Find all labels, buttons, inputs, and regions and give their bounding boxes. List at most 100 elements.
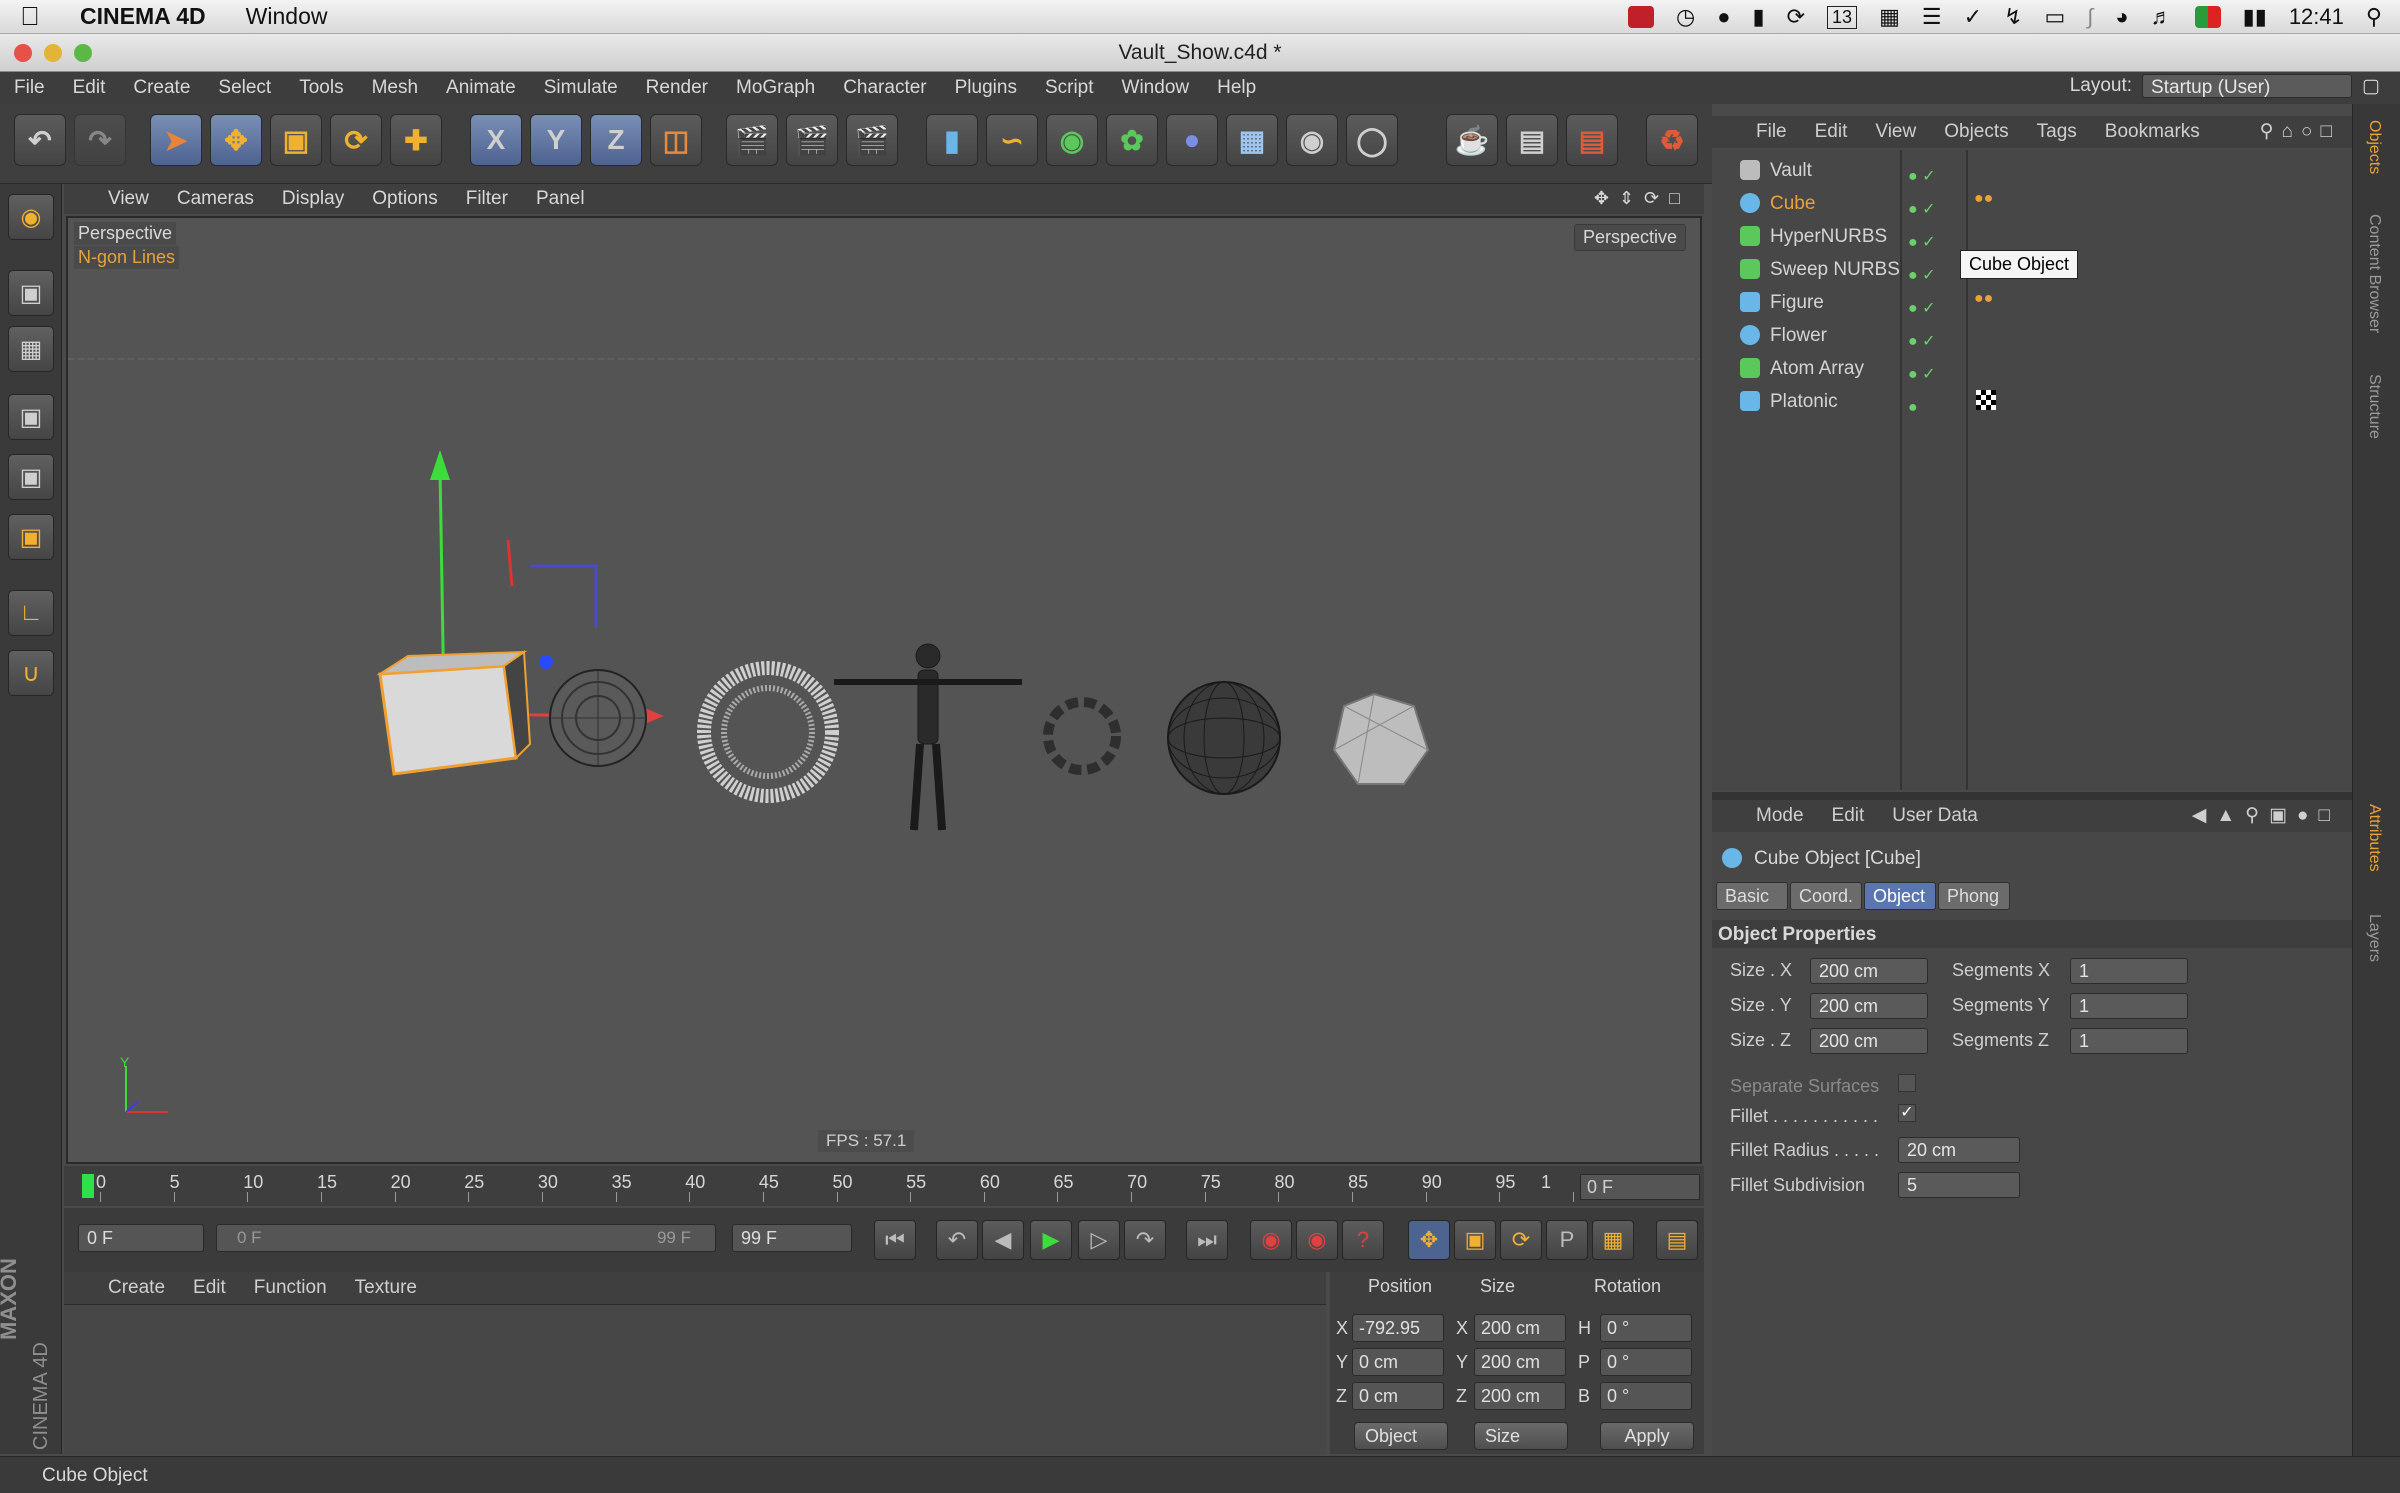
menu-mesh[interactable]: Mesh [358, 77, 432, 99]
polygons-mode-icon[interactable]: ▣ [8, 514, 54, 560]
object-name[interactable]: HyperNURBS [1770, 226, 1887, 248]
key-rotation-icon[interactable]: ⟳ [1500, 1220, 1542, 1260]
sliders-icon[interactable]: ☰ [1922, 4, 1942, 30]
recent-tool-icon[interactable]: ✚ [390, 114, 442, 166]
folder-icon[interactable]: ▮ [1752, 4, 1764, 30]
size-x-field[interactable]: 200 cm [1810, 958, 1928, 984]
cube-primitive-icon[interactable]: ▮ [926, 114, 978, 166]
object-row-cube[interactable]: Cube [1712, 187, 2352, 220]
previous-frame-icon[interactable]: ◀ [982, 1220, 1024, 1260]
om-search-icon[interactable]: ⚲⌂○□ [2260, 120, 2340, 143]
coord-rot-h-field[interactable]: 0 ° [1600, 1314, 1692, 1342]
panel-splitter[interactable] [1712, 792, 2352, 800]
viewport-menu-view[interactable]: View [64, 188, 163, 210]
coord-rot-b-field[interactable]: 0 ° [1600, 1382, 1692, 1410]
am-nav-icons[interactable]: ◀▲⚲▣●□ [2192, 804, 2340, 827]
om-menu-view[interactable]: View [1861, 121, 1930, 143]
spline-icon[interactable]: ∽ [986, 114, 1038, 166]
bag-icon[interactable]: ▦ [1879, 4, 1900, 30]
menu-select[interactable]: Select [204, 77, 285, 99]
viewport-menu-filter[interactable]: Filter [452, 188, 522, 210]
material-menu-texture[interactable]: Texture [341, 1277, 431, 1299]
object-row-platonic[interactable]: Platonic [1712, 385, 2352, 418]
display-icon[interactable]: ▭ [2044, 4, 2065, 30]
start-frame-field[interactable]: 0 F [78, 1224, 204, 1252]
object-row-atom-array[interactable]: Atom Array [1712, 352, 2352, 385]
object-row-figure[interactable]: Figure [1712, 286, 2352, 319]
object-name[interactable]: Cube [1770, 193, 1815, 215]
spotlight-icon[interactable]: ⚲ [2366, 4, 2382, 30]
keyframe-selection-icon[interactable]: ? [1342, 1220, 1384, 1260]
go-to-end-icon[interactable]: ⏭ [1186, 1220, 1228, 1260]
cube-object[interactable] [376, 650, 532, 776]
om-menu-edit[interactable]: Edit [1801, 121, 1862, 143]
coord-size-z-field[interactable]: 200 cm [1474, 1382, 1566, 1410]
coord-pos-x-field[interactable]: -792.95 [1352, 1314, 1444, 1342]
edges-mode-icon[interactable]: ▣ [8, 454, 54, 500]
render-settings-icon[interactable]: 🎬 [846, 114, 898, 166]
tab-structure[interactable]: Structure [2365, 374, 2383, 439]
object-name[interactable]: Sweep NURBS [1770, 259, 1900, 281]
menu-character[interactable]: Character [829, 77, 940, 99]
fillet-subdivision-field[interactable]: 5 [1898, 1172, 2020, 1198]
material-menu-edit[interactable]: Edit [179, 1277, 240, 1299]
rotate-tool-icon[interactable]: ⟳ [330, 114, 382, 166]
model-mode-icon[interactable]: ▣ [8, 270, 54, 316]
size-y-field[interactable]: 200 cm [1810, 993, 1928, 1019]
close-icon[interactable] [14, 44, 32, 62]
om-column-divider[interactable] [1900, 150, 1902, 790]
menu-window[interactable]: Window [1108, 77, 1204, 99]
axis-mode-icon[interactable]: ∟ [8, 590, 54, 636]
nurbs-icon[interactable]: ◉ [1046, 114, 1098, 166]
figure-object[interactable] [834, 643, 1022, 831]
material-manager[interactable] [64, 1304, 1326, 1454]
visibility-checks[interactable]: ● ✓ ● ✓ ● ✓ ● ✓ ● ✓ ● ✓ ● ✓ ● [1908, 160, 1968, 424]
timer-icon[interactable]: ◷ [1676, 4, 1695, 30]
object-name[interactable]: Flower [1770, 325, 1827, 347]
next-frame-icon[interactable]: ▷ [1078, 1220, 1120, 1260]
record-icon[interactable] [1627, 6, 1654, 28]
mac-app-name[interactable]: CINEMA 4D [60, 3, 226, 30]
zoom-icon[interactable] [74, 44, 92, 62]
size-z-field[interactable]: 200 cm [1810, 1028, 1928, 1054]
clock[interactable]: 12:41 [2289, 4, 2344, 30]
light-icon[interactable]: ◯ [1346, 114, 1398, 166]
menu-create[interactable]: Create [119, 77, 204, 99]
object-name[interactable]: Platonic [1770, 391, 1838, 413]
scene-floor-icon[interactable]: ▦ [1226, 114, 1278, 166]
tab-layers[interactable]: Layers [2365, 914, 2383, 962]
coord-mode-object-dropdown[interactable]: Object [1354, 1422, 1448, 1450]
move-tool-icon[interactable]: ✥ [210, 114, 262, 166]
tab-coord[interactable]: Coord. [1790, 882, 1862, 910]
minimize-icon[interactable] [44, 44, 62, 62]
play-icon[interactable]: ▶ [1030, 1220, 1072, 1260]
viewport-menu-cameras[interactable]: Cameras [163, 188, 268, 210]
document-icon[interactable]: ▤ [1566, 114, 1618, 166]
array-icon[interactable]: ✿ [1106, 114, 1158, 166]
next-key-icon[interactable]: ↷ [1124, 1220, 1166, 1260]
coord-pos-z-field[interactable]: 0 cm [1352, 1382, 1444, 1410]
tab-basic[interactable]: Basic [1716, 882, 1788, 910]
points-mode-icon[interactable]: ▣ [8, 394, 54, 440]
coordinate-system-icon[interactable]: ◫ [650, 114, 702, 166]
z-axis-lock-button[interactable]: Z [590, 114, 642, 166]
auto-key-icon[interactable]: ◉ [1296, 1220, 1338, 1260]
viewport[interactable]: Perspective N-gon Lines Perspective Y FP… [66, 216, 1702, 1164]
fillet-radius-field[interactable]: 20 cm [1898, 1137, 2020, 1163]
preview-range-slider[interactable]: 0 F 99 F [216, 1224, 716, 1252]
check-icon[interactable]: ✓ [1964, 4, 1982, 30]
om-menu-file[interactable]: File [1712, 121, 1801, 143]
sweep-nurbs-object[interactable] [697, 661, 839, 803]
menu-simulate[interactable]: Simulate [530, 77, 632, 99]
tab-content-browser[interactable]: Content Browser [2365, 214, 2383, 333]
coord-pos-y-field[interactable]: 0 cm [1352, 1348, 1444, 1376]
wifi-icon[interactable]: ◕ [2115, 4, 2128, 30]
tab-objects[interactable]: Objects [2365, 120, 2383, 174]
apply-button[interactable]: Apply [1600, 1422, 1694, 1450]
tab-attributes[interactable]: Attributes [2365, 804, 2383, 872]
segments-y-field[interactable]: 1 [2070, 993, 2188, 1019]
tab-phong[interactable]: Phong [1938, 882, 2010, 910]
mac-menu-window[interactable]: Window [226, 3, 348, 30]
object-row-hypernurbs[interactable]: HyperNURBS [1712, 220, 2352, 253]
material-menu-create[interactable]: Create [64, 1277, 179, 1299]
